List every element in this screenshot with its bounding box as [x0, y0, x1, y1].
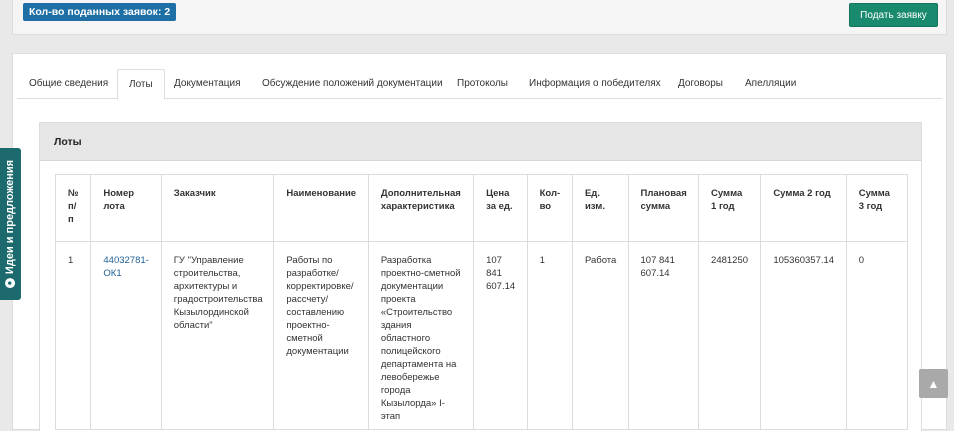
- column-header: Плановая сумма: [627, 174, 700, 242]
- tab-protocols[interactable]: Протоколы: [457, 69, 508, 99]
- tab-documentation-discussion[interactable]: Обсуждение положений документации: [262, 69, 443, 99]
- lots-section: Лоты № п/ п Номер лота Заказчик Наименов…: [39, 122, 922, 431]
- ideas-feedback-tab-content: ● Идеи и предложения: [4, 159, 17, 289]
- column-header: Наименование: [273, 174, 369, 242]
- cell-qty: 1: [526, 241, 573, 430]
- lots-table: № п/ п Номер лота Заказчик Наименование …: [55, 174, 908, 430]
- ideas-feedback-label: Идеи и предложения: [4, 159, 17, 275]
- cell-sum2: 105360357.14: [760, 241, 847, 430]
- column-header: Кол- во: [526, 174, 573, 242]
- column-header: № п/ п: [55, 174, 92, 242]
- cell-unit: Работа: [571, 241, 629, 430]
- column-header: Сумма 3 год: [845, 174, 908, 242]
- lots-table-header-row: № п/ п Номер лота Заказчик Наименование …: [55, 174, 908, 242]
- cell-price: 107 841 607.14: [473, 241, 528, 430]
- tabs-bar: Общие сведения Лоты Документация Обсужде…: [17, 69, 942, 100]
- cell-planned: 107 841 607.14: [627, 241, 700, 430]
- cell-customer: ГУ "Управление строительства, архитектур…: [160, 241, 275, 430]
- tab-contracts[interactable]: Договоры: [678, 69, 723, 99]
- lot-number-link[interactable]: 44032781- ОК1: [103, 255, 148, 279]
- column-header: Номер лота: [90, 174, 162, 242]
- cell-lot-number: 44032781- ОК1: [90, 241, 162, 430]
- cell-name: Работы по разработке/ корректировке/ рас…: [273, 241, 369, 430]
- top-panel: Кол-во поданных заявок: 2 Подать заявку: [12, 0, 947, 35]
- cell-extra: Разработка проектно-сметной документации…: [367, 241, 475, 430]
- column-header: Сумма 2 год: [760, 174, 847, 242]
- submit-application-button[interactable]: Подать заявку: [849, 3, 938, 27]
- lots-table-wrapper[interactable]: № п/ п Номер лота Заказчик Наименование …: [55, 174, 908, 431]
- lightbulb-icon: ●: [5, 278, 16, 289]
- tab-documentation[interactable]: Документация: [174, 69, 241, 99]
- applications-count-badge: Кол-во поданных заявок: 2: [23, 3, 177, 21]
- column-header: Сумма 1 год: [698, 174, 762, 242]
- main-panel: Общие сведения Лоты Документация Обсужде…: [12, 53, 947, 431]
- cell-num: 1: [55, 241, 92, 430]
- column-header: Цена за ед.: [473, 174, 528, 242]
- column-header: Заказчик: [160, 174, 275, 242]
- tab-appeals[interactable]: Апелляции: [745, 69, 796, 99]
- cell-sum3: 0: [845, 241, 908, 430]
- tab-general-info[interactable]: Общие сведения: [29, 69, 108, 99]
- column-header: Дополнительная характеристика: [367, 174, 475, 242]
- ideas-feedback-tab[interactable]: ● Идеи и предложения: [0, 148, 21, 300]
- column-header: Ед. изм.: [571, 174, 629, 242]
- cell-sum1: 2481250: [698, 241, 762, 430]
- chevron-up-icon: ▲: [927, 376, 940, 391]
- lots-section-title: Лоты: [40, 123, 921, 161]
- table-row: 1 44032781- ОК1 ГУ "Управление строитель…: [55, 241, 908, 430]
- tab-lots[interactable]: Лоты: [117, 69, 165, 100]
- scroll-to-top-button[interactable]: ▲: [919, 369, 948, 398]
- tab-winners-info[interactable]: Информация о победителях: [529, 69, 661, 99]
